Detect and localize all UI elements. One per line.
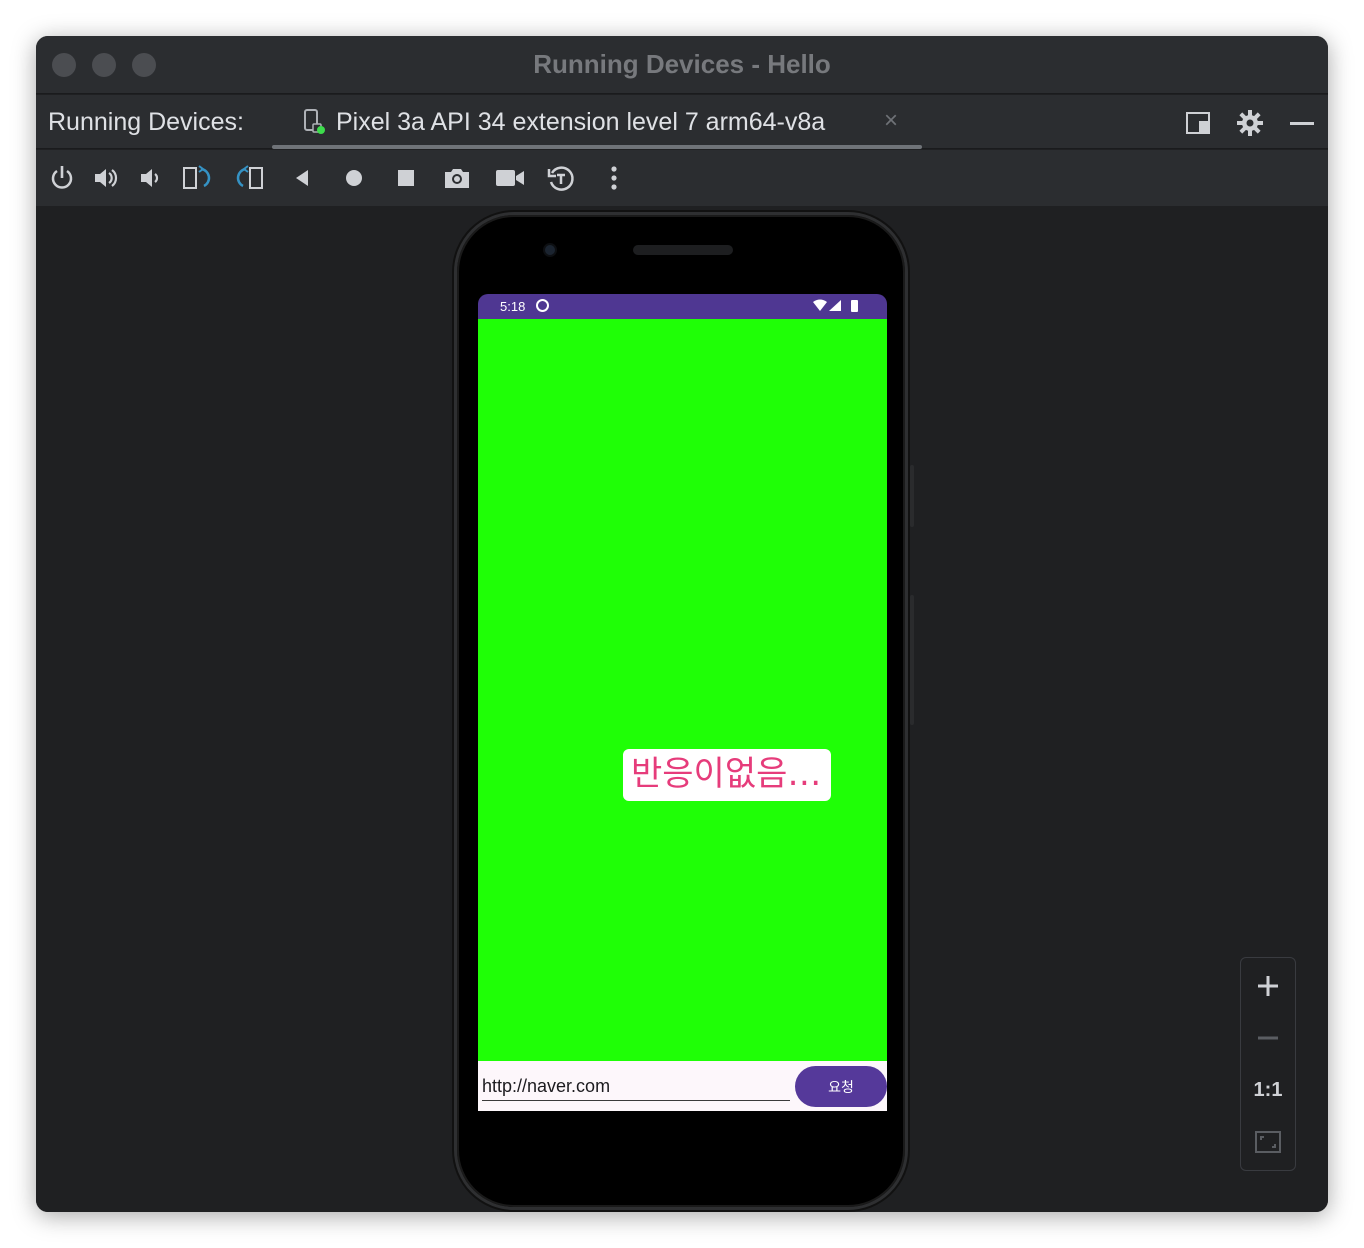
running-devices-window: Running Devices - Hello Running Devices:… [36, 36, 1328, 1212]
phone-device-icon [302, 109, 328, 140]
toast-message: 반응이없음… [623, 749, 831, 801]
wifi-icon [813, 299, 827, 311]
url-input[interactable] [482, 1073, 790, 1101]
close-tab-icon[interactable]: × [884, 107, 898, 135]
url-request-row: 요청 [478, 1061, 887, 1111]
running-devices-label: Running Devices: [48, 108, 244, 136]
rotate-right-icon[interactable] [234, 164, 263, 192]
back-icon[interactable] [288, 164, 316, 192]
request-button[interactable]: 요청 [795, 1066, 887, 1107]
earpiece-speaker [633, 245, 733, 255]
rotate-left-icon[interactable] [182, 164, 211, 192]
status-bar: 5:18 [478, 294, 887, 319]
plus-icon [1258, 976, 1278, 996]
snapshot-restore-icon[interactable] [546, 164, 574, 192]
overview-icon[interactable] [392, 164, 420, 192]
phone-frame: 5:18 반응이없음… 요청 [454, 212, 914, 1210]
active-tab-indicator [272, 145, 922, 149]
fit-screen-icon [1255, 1131, 1281, 1153]
battery-icon [851, 300, 858, 312]
power-icon[interactable] [48, 164, 76, 192]
layout-icon[interactable] [1184, 109, 1212, 137]
minus-icon [1258, 1036, 1278, 1040]
zoom-out-button[interactable] [1241, 1012, 1295, 1064]
app-content-area[interactable]: 반응이없음… [478, 319, 887, 1061]
screenshot-icon[interactable] [442, 164, 470, 192]
more-options-icon[interactable] [600, 164, 628, 192]
tab-bar: Running Devices: Pixel 3a API 34 extensi… [36, 95, 1328, 149]
device-screen[interactable]: 5:18 반응이없음… 요청 [478, 294, 887, 1111]
notification-icon [536, 299, 549, 312]
zoom-in-button[interactable] [1241, 960, 1295, 1012]
home-icon[interactable] [340, 164, 368, 192]
device-toolbar [36, 150, 1328, 206]
window-title: Running Devices - Hello [533, 49, 831, 79]
signal-icon [829, 300, 841, 311]
status-time: 5:18 [500, 299, 526, 314]
device-tab-label: Pixel 3a API 34 extension level 7 arm64-… [336, 108, 826, 136]
volume-side-button [910, 595, 914, 725]
screen-record-icon[interactable] [494, 164, 524, 192]
gear-icon[interactable] [1236, 109, 1264, 137]
status-icons [813, 299, 861, 316]
tab-pixel-3a[interactable]: Pixel 3a API 34 extension level 7 arm64-… [272, 95, 922, 149]
actual-size-button[interactable]: 1:1 [1241, 1064, 1295, 1116]
volume-down-icon[interactable] [136, 164, 164, 192]
minimize-icon[interactable] [1288, 109, 1316, 137]
title-bar: Running Devices - Hello [36, 36, 1328, 94]
power-side-button [910, 465, 914, 527]
front-camera [543, 243, 557, 257]
volume-up-icon[interactable] [92, 164, 120, 192]
fit-screen-button[interactable] [1241, 1116, 1295, 1168]
zoom-controls: 1:1 [1240, 957, 1296, 1171]
